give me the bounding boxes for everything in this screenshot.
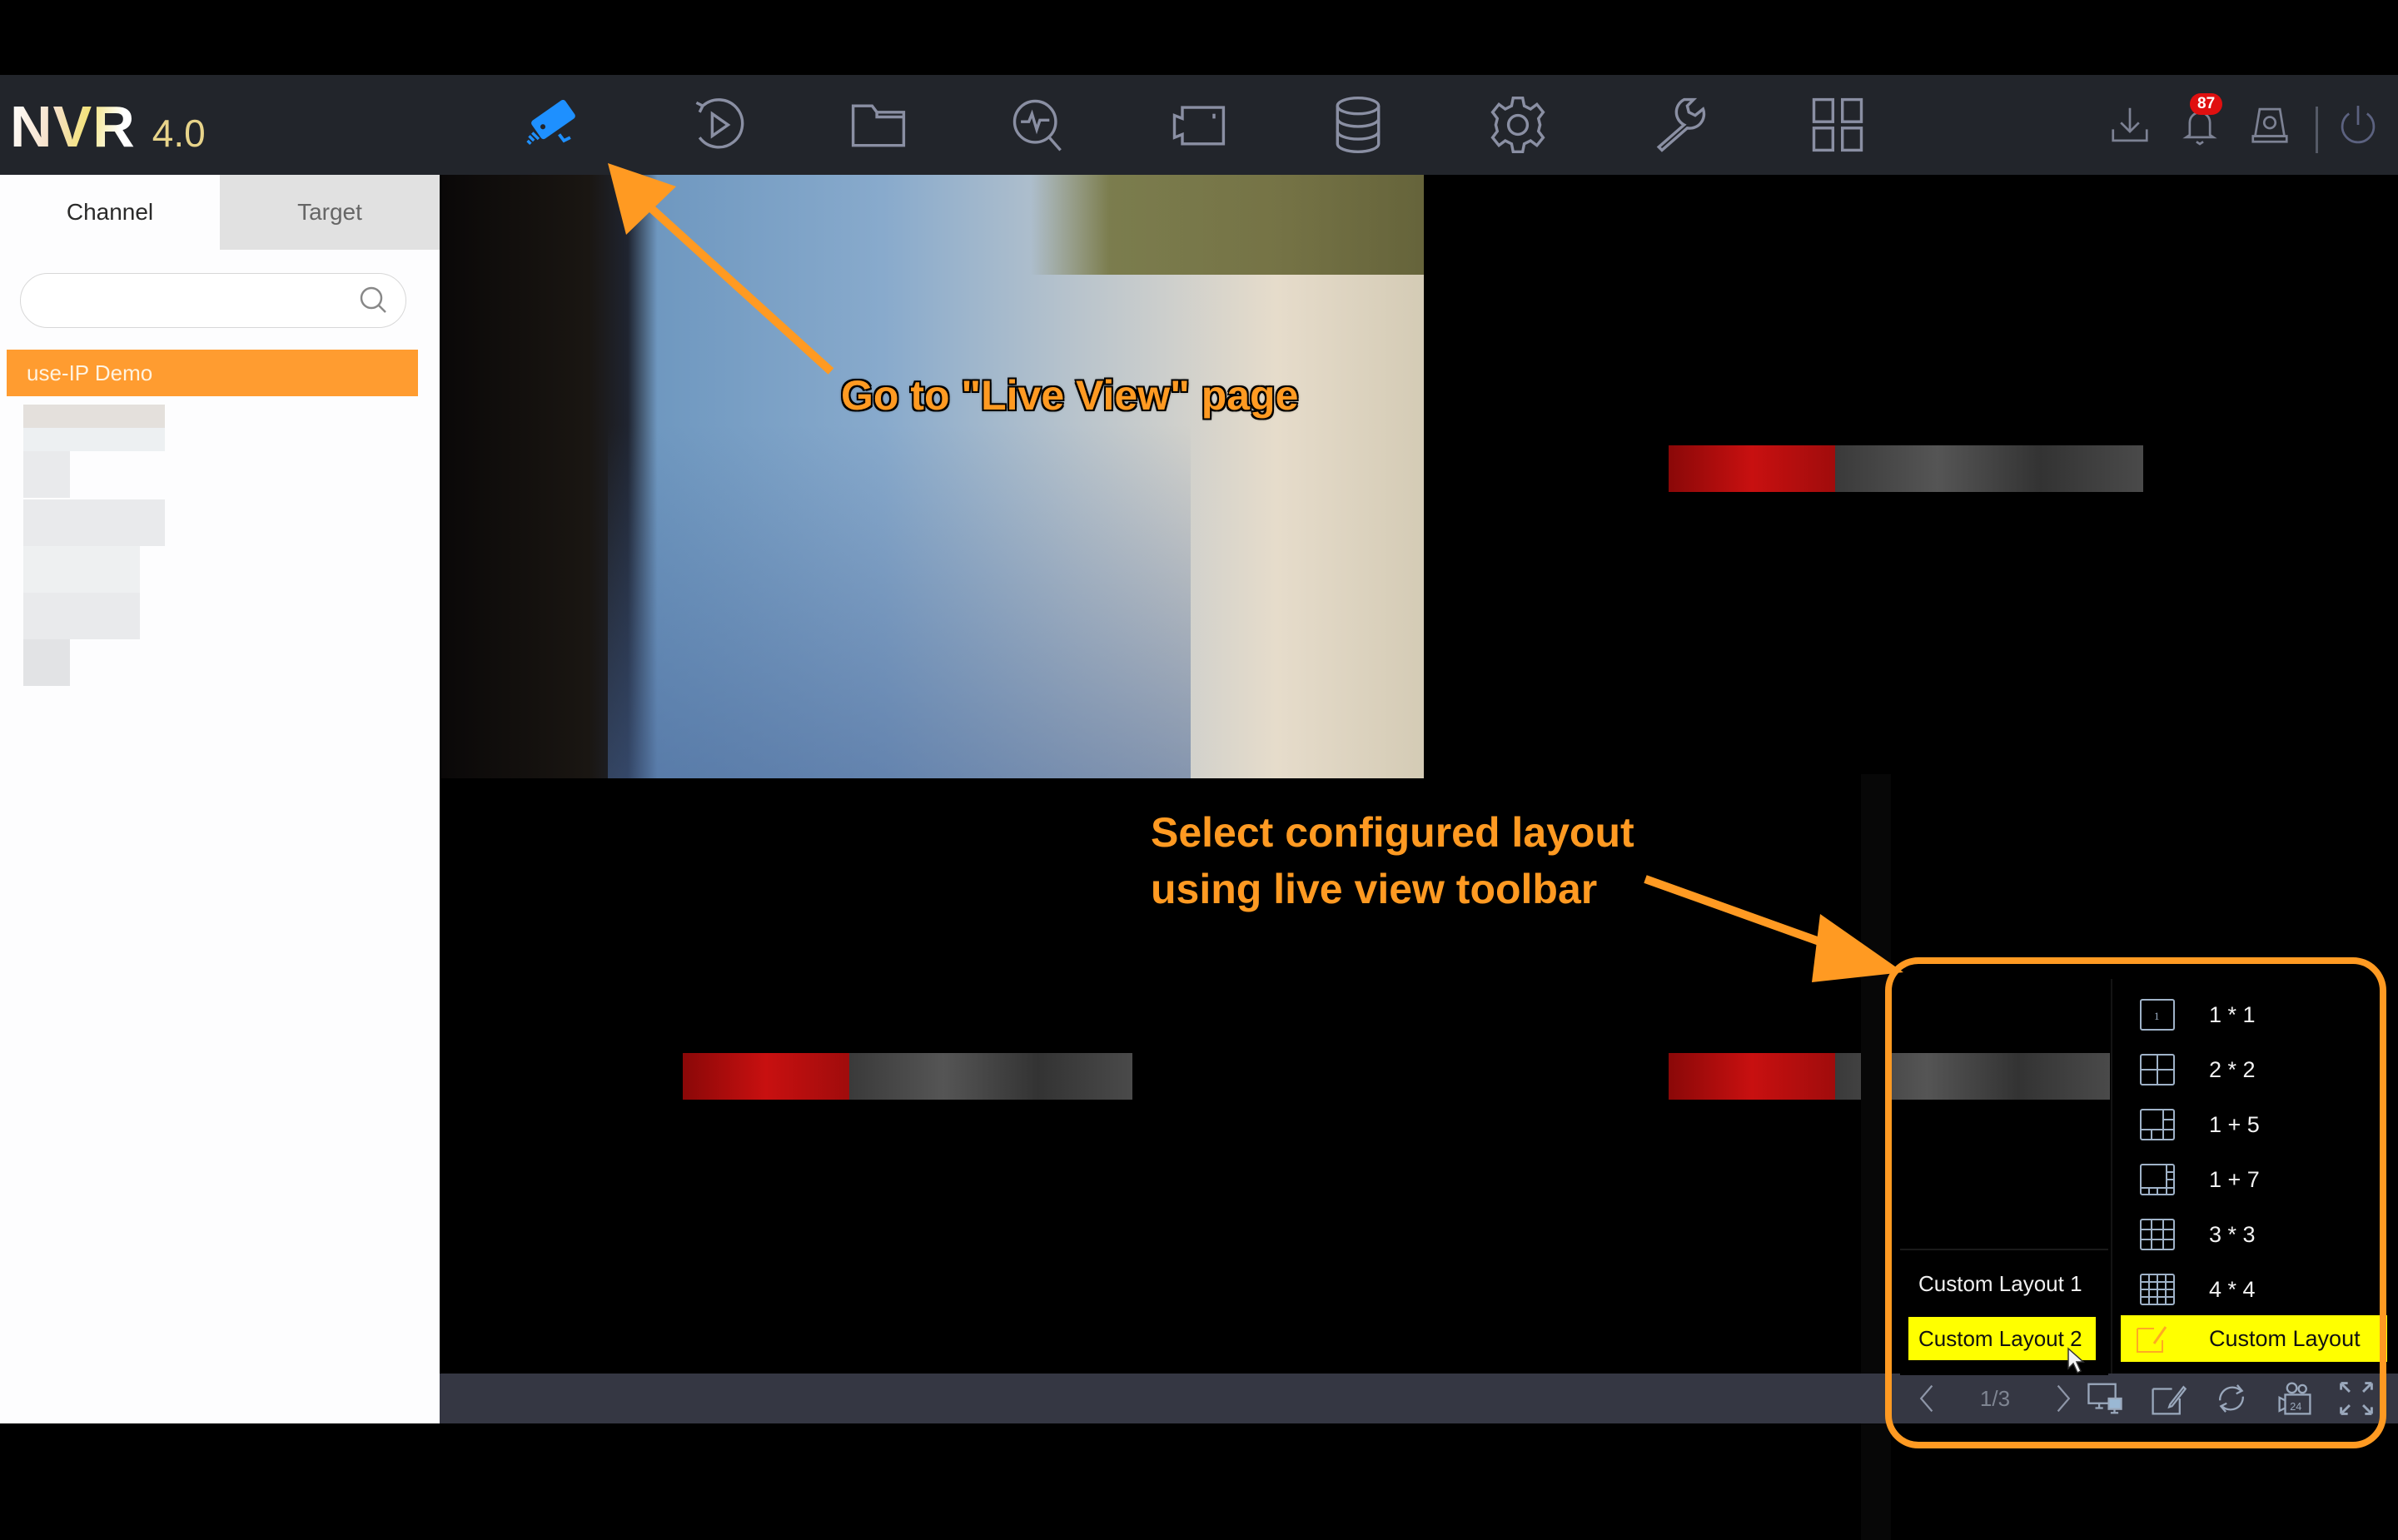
smart-search-icon [1012,99,1062,152]
channel-sidebar: Channel Target use-IP Demo [0,175,440,1423]
annotation-highlight-box [1885,957,2386,1448]
list-item[interactable] [23,593,140,639]
storage-database-icon [1336,96,1381,153]
annotation-step-2-line-2: using live view toolbar [1151,866,1598,912]
power-button[interactable] [2331,98,2385,152]
list-item[interactable] [23,546,140,593]
list-item[interactable] [23,451,70,498]
nav-live-view[interactable] [518,90,588,160]
nav-smart-search[interactable] [1003,90,1073,160]
channel-search-input[interactable] [41,282,361,320]
folder-icon [851,104,906,147]
video-tile-1[interactable] [441,175,1424,778]
tab-channel[interactable]: Channel [0,175,220,250]
settings-gear-icon [1490,96,1545,154]
logo-version: 4.0 [152,112,206,155]
nav-file-management[interactable] [843,90,913,160]
nav-settings[interactable] [1483,90,1553,160]
power-icon [2341,106,2376,144]
app-logo: NVR 4.0 [10,93,206,160]
nav-storage[interactable] [1323,90,1393,160]
playback-icon [695,98,744,149]
alarm-light-icon [2251,107,2288,143]
video-tile-3-status-label [683,1053,1132,1100]
list-item[interactable] [23,639,70,686]
logo-main: NVR [10,94,136,159]
alarm-button[interactable] [2243,98,2296,152]
channel-item-selected[interactable]: use-IP Demo [7,350,418,396]
download-button[interactable] [2103,98,2157,152]
annotation-step-2-line-1: Select configured layout [1151,809,1634,856]
annotation-step-1: Go to "Live View" page [839,371,1299,420]
annotation-step-2: Select configured layout using live view… [1151,804,1634,917]
notification-count-badge: 87 [2190,93,2223,115]
live-view-icon [526,99,575,146]
nav-playback[interactable] [684,90,754,160]
nav-maintenance[interactable] [1643,90,1713,160]
download-icon [2112,107,2148,142]
wrench-icon [1656,97,1706,152]
camera-icon [1172,106,1226,146]
apps-grid-icon [1812,97,1863,152]
list-item[interactable] [23,405,165,428]
tab-target[interactable]: Target [220,175,440,250]
video-tile-2-status-label [1669,445,2143,492]
list-item[interactable] [23,428,165,451]
nav-apps[interactable] [1803,90,1873,160]
header-divider [2316,107,2318,153]
top-nav-bar: NVR 4.0 87 [0,75,2398,175]
channel-search-box [20,273,406,328]
nav-camera[interactable] [1163,90,1233,160]
search-icon[interactable] [357,284,391,317]
list-item[interactable] [23,499,165,546]
